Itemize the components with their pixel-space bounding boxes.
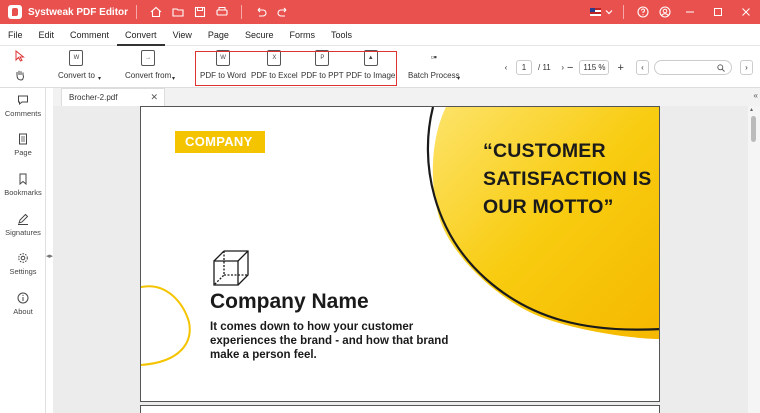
company-description: It comes down to how your customer exper… <box>210 321 449 361</box>
sidebar-item-about[interactable]: About <box>0 292 46 316</box>
pdf-page: COMPANY “CUSTOMER SATISFACTION IS OUR MO… <box>140 106 660 402</box>
batch-grid-icon: ▫▪ <box>430 52 437 62</box>
minimize-button[interactable] <box>676 0 704 24</box>
page-number-input[interactable]: 1 <box>516 60 532 75</box>
close-button[interactable] <box>732 0 760 24</box>
convert-to-chevron-icon[interactable]: ▾ <box>98 75 101 82</box>
app-logo-icon <box>8 5 22 19</box>
sidebar-item-page[interactable]: Page <box>0 133 46 157</box>
bookmark-icon <box>19 173 27 185</box>
comment-icon <box>18 95 28 106</box>
scroll-up-icon[interactable]: ▴ <box>750 106 753 113</box>
search-input[interactable] <box>654 60 732 75</box>
flag-icon[interactable] <box>590 8 601 16</box>
menu-convert[interactable]: Convert <box>117 24 165 46</box>
zoom-input[interactable]: 115 % <box>579 60 610 75</box>
title-separator <box>136 5 138 19</box>
page-total: / 11 <box>538 63 551 72</box>
next-page-edge <box>140 405 660 413</box>
convert-from-button[interactable]: → Convert from <box>125 50 171 80</box>
left-sidebar: Comments Page Bookmarks Signatures Setti… <box>0 88 46 413</box>
vertical-scrollbar[interactable]: ▴ <box>748 106 760 413</box>
quote-headline: “CUSTOMER SATISFACTION IS OUR MOTTO” <box>483 140 652 218</box>
word-doc-icon: W <box>69 50 84 66</box>
prev-page-icon[interactable]: ‹ <box>500 60 512 75</box>
menu-secure[interactable]: Secure <box>237 24 282 46</box>
sidebar-collapse-handle[interactable]: ◂▸ <box>46 252 53 262</box>
app-title: Systweak PDF Editor <box>28 6 129 18</box>
undo-icon[interactable] <box>250 2 272 22</box>
folder-icon[interactable] <box>167 2 189 22</box>
menu-view[interactable]: View <box>165 24 200 46</box>
convert-to-button[interactable]: W Convert to <box>58 50 95 80</box>
home-icon[interactable] <box>145 2 167 22</box>
user-icon[interactable] <box>654 2 676 22</box>
batch-process-chevron-icon[interactable]: ▾ <box>457 75 460 82</box>
zoom-in-icon[interactable]: + <box>617 62 623 74</box>
hand-tool-icon[interactable] <box>14 69 26 83</box>
save-icon[interactable] <box>189 2 211 22</box>
pen-icon <box>18 213 29 225</box>
help-icon[interactable] <box>632 2 654 22</box>
language-chevron-icon[interactable] <box>603 2 615 22</box>
title-bar: Systweak PDF Editor <box>0 0 760 24</box>
gear-icon <box>18 253 28 263</box>
menu-page[interactable]: Page <box>200 24 237 46</box>
menu-edit[interactable]: Edit <box>31 24 63 46</box>
company-name-heading: Company Name <box>210 290 369 313</box>
menu-file[interactable]: File <box>0 24 31 46</box>
zoom-out-icon[interactable]: − <box>567 62 573 74</box>
info-icon <box>17 292 29 304</box>
print-icon[interactable] <box>211 2 233 22</box>
search-prev-button[interactable]: ‹ <box>636 60 649 75</box>
batch-process-button[interactable]: ▫▪ Batch Process <box>408 50 460 80</box>
maximize-button[interactable] <box>704 0 732 24</box>
pdf-convert-group-highlight <box>195 51 397 86</box>
scroll-thumb[interactable] <box>751 116 756 142</box>
title-separator <box>241 5 243 19</box>
collapse-chevron-icon[interactable]: « <box>754 91 758 100</box>
menu-bar: File Edit Comment Convert View Page Secu… <box>0 24 760 46</box>
close-tab-icon[interactable]: ✕ <box>150 92 158 103</box>
tab-document[interactable]: Brocher-2.pdf ✕ <box>61 88 165 106</box>
menu-comment[interactable]: Comment <box>62 24 117 46</box>
menu-tools[interactable]: Tools <box>323 24 360 46</box>
file-import-icon: → <box>141 50 156 66</box>
zoom-controls: − 115 % + <box>567 60 624 75</box>
redo-icon[interactable] <box>272 2 294 22</box>
company-tag: COMPANY <box>175 131 265 153</box>
search-icon <box>717 63 725 72</box>
menu-forms[interactable]: Forms <box>281 24 323 46</box>
convert-from-chevron-icon[interactable]: ▾ <box>172 75 175 82</box>
sidebar-item-settings[interactable]: Settings <box>0 252 46 276</box>
sidebar-item-bookmarks[interactable]: Bookmarks <box>0 173 46 197</box>
document-tab-bar: Brocher-2.pdf ✕ « <box>53 88 760 106</box>
sidebar-item-comments[interactable]: Comments <box>0 94 46 118</box>
search-next-button[interactable]: › <box>740 60 753 75</box>
title-separator <box>623 5 624 19</box>
sidebar-item-signatures[interactable]: Signatures <box>0 213 46 237</box>
cube-icon <box>213 250 249 286</box>
page-icon <box>19 133 27 145</box>
select-tool-icon[interactable] <box>14 49 26 64</box>
page-navigator: ‹ 1 / 11 › <box>500 60 569 75</box>
